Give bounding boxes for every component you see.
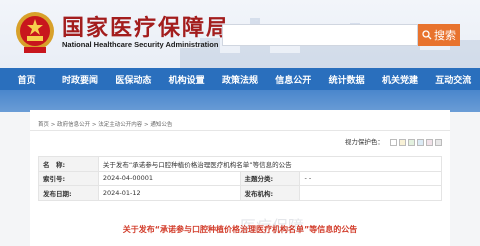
- subject-value: - -: [299, 170, 442, 186]
- org-value: [299, 185, 442, 201]
- org-label: 发布机构:: [239, 185, 301, 201]
- nav-item-statistics[interactable]: 统计数据: [320, 68, 373, 90]
- vision-swatch-4[interactable]: [426, 138, 433, 146]
- subject-label: 主题分类:: [239, 170, 301, 186]
- search-icon: [422, 30, 432, 40]
- site-header: 国家医疗保障局 National Healthcare Security Adm…: [0, 0, 480, 68]
- search-button[interactable]: 搜索: [418, 24, 460, 46]
- date-value: 2024-01-12: [97, 185, 241, 201]
- index-label: 索引号:: [38, 170, 99, 186]
- vision-swatch-0[interactable]: [390, 138, 397, 146]
- index-value: 2024-04-00001: [97, 170, 241, 186]
- site-name-english: National Healthcare Security Administrat…: [62, 40, 219, 49]
- article-title: 关于发布“承诺参与口腔种植价格治理医疗机构名单”等信息的公告: [122, 225, 358, 234]
- nav-item-organization[interactable]: 机构设置: [160, 68, 213, 90]
- nav-item-disclosure[interactable]: 信息公开: [267, 68, 320, 90]
- breadcrumb[interactable]: 首页 > 政府信息公开 > 法定主动公开内容 > 通知公告: [38, 120, 172, 128]
- vision-swatch-2[interactable]: [408, 138, 415, 146]
- vision-label: 视力保护色：: [344, 138, 384, 146]
- document-meta-table: 名 称: 关于发布“承诺参与口腔种植价格治理医疗机构名单”等信息的公告 索引号:…: [38, 156, 443, 201]
- nav-item-policies[interactable]: 政策法规: [213, 68, 266, 90]
- national-emblem-icon: [16, 12, 54, 53]
- vision-swatches: [388, 138, 442, 146]
- vision-swatch-5[interactable]: [435, 138, 442, 146]
- content-panel: 首页 > 政府信息公开 > 法定主动公开内容 > 通知公告 视力保护色： 名 称…: [30, 110, 450, 246]
- nav-item-interaction[interactable]: 互动交流: [427, 68, 480, 90]
- vision-swatch-1[interactable]: [399, 138, 406, 146]
- vision-swatch-3[interactable]: [417, 138, 424, 146]
- name-label: 名 称:: [38, 156, 99, 172]
- main-nav: 首页 时政要闻 医保动态 机构设置 政策法规 信息公开 统计数据 机关党建 互动…: [0, 68, 480, 90]
- nav-item-home[interactable]: 首页: [0, 68, 53, 90]
- search-input[interactable]: [222, 24, 418, 46]
- nav-item-news[interactable]: 时政要闻: [53, 68, 106, 90]
- name-value: 关于发布“承诺参与口腔种植价格治理医疗机构名单”等信息的公告: [97, 156, 443, 172]
- nav-band-decoration: [0, 90, 480, 112]
- nav-item-updates[interactable]: 医保动态: [107, 68, 160, 90]
- search-button-label: 搜索: [434, 29, 456, 42]
- divider: [30, 130, 450, 131]
- date-label: 发布日期:: [38, 185, 99, 201]
- vision-color-picker: 视力保护色：: [343, 136, 442, 146]
- site-name-chinese: 国家医疗保障局: [62, 15, 231, 41]
- nav-item-party[interactable]: 机关党建: [373, 68, 426, 90]
